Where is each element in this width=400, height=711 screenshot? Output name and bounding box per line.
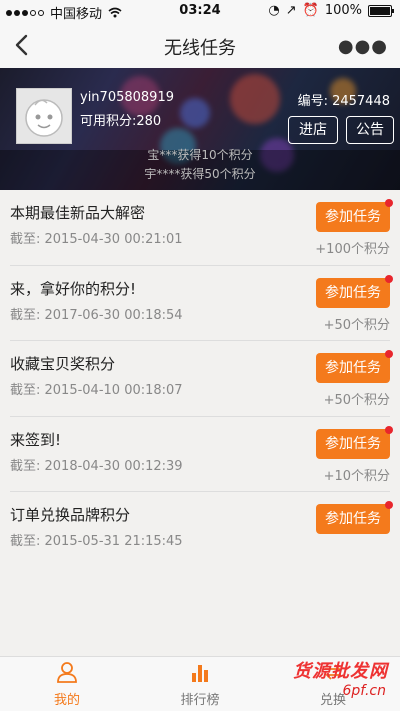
tab-ranking-label: 排行榜 bbox=[180, 693, 220, 708]
status-bar: 中国移动 03:24 ◔ ↗ ⏰ 100% bbox=[0, 0, 400, 22]
join-task-label: 参加任务 bbox=[325, 360, 381, 376]
location-icon: ↗ bbox=[285, 3, 297, 18]
new-badge bbox=[385, 501, 393, 509]
notice-button[interactable]: 公告 bbox=[346, 116, 394, 144]
task-name: 来签到! bbox=[10, 430, 62, 449]
username: yin705808919 bbox=[80, 90, 174, 105]
list-item: 来，拿好你的积分! 截至: 2017-06-30 00:18:54 参加任务 +… bbox=[10, 266, 393, 341]
task-reward: +50个积分 bbox=[323, 393, 390, 408]
task-deadline: 截至: 2017-06-30 00:18:54 bbox=[10, 307, 183, 323]
bar-chart-icon bbox=[192, 665, 208, 682]
task-name: 订单兑换品牌积分 bbox=[10, 506, 131, 524]
avatar[interactable] bbox=[16, 88, 72, 144]
join-task-button[interactable]: 参加任务 bbox=[316, 199, 393, 232]
join-task-label: 参加任务 bbox=[325, 511, 381, 527]
more-icon: ●●● bbox=[337, 36, 388, 57]
task-deadline: 截至: 2018-04-30 00:12:39 bbox=[10, 458, 183, 474]
task-reward: +100个积分 bbox=[315, 242, 390, 257]
task-reward: +10个积分 bbox=[323, 468, 390, 484]
more-button[interactable]: ●●● bbox=[338, 36, 388, 57]
join-task-button[interactable]: 参加任务 bbox=[316, 274, 393, 308]
task-reward: +50个积分 bbox=[323, 317, 390, 333]
new-badge bbox=[385, 199, 393, 207]
tab-mine[interactable]: 我的 bbox=[17, 661, 117, 708]
watermark-line2: 6pf.cn bbox=[342, 683, 387, 699]
new-badge bbox=[385, 350, 393, 358]
watermark-line1: 货源批发网 bbox=[293, 661, 388, 682]
list-item: 本期最佳新品大解密 截至: 2015-04-30 00:21:01 参加任务 +… bbox=[10, 190, 393, 266]
join-task-label: 参加任务 bbox=[325, 435, 381, 452]
battery-label: 100% bbox=[324, 3, 362, 18]
alarm-icon: ⏰ bbox=[302, 3, 319, 18]
task-name: 本期最佳新品大解密 bbox=[10, 204, 146, 222]
battery-icon bbox=[368, 4, 394, 17]
join-task-button[interactable]: 参加任务 bbox=[316, 501, 393, 534]
new-badge bbox=[385, 425, 393, 434]
available-points: 可用积分:280 bbox=[80, 114, 162, 129]
watermark: 货源批发网 6pf.cn bbox=[278, 657, 390, 705]
task-deadline: 截至: 2015-05-31 21:15:45 bbox=[10, 534, 183, 549]
ticker-line: 宝***获得10个积分 bbox=[147, 148, 253, 162]
join-task-label: 参加任务 bbox=[325, 284, 381, 301]
join-task-button[interactable]: 参加任务 bbox=[316, 350, 393, 383]
tab-mine-label: 我的 bbox=[53, 693, 80, 708]
user-id: 编号: 2457448 bbox=[297, 94, 390, 109]
task-list: 本期最佳新品大解密 截至: 2015-04-30 00:21:01 参加任务 +… bbox=[0, 190, 400, 567]
profile-banner: yin705808919 可用积分:280 编号: 2457448 进店 公告 … bbox=[0, 68, 400, 190]
task-name: 收藏宝贝奖积分 bbox=[10, 355, 116, 373]
enter-shop-button[interactable]: 进店 bbox=[288, 116, 338, 144]
user-icon bbox=[57, 662, 77, 683]
list-item: 订单兑换品牌积分 截至: 2015-05-31 21:15:45 参加任务 bbox=[10, 492, 393, 567]
join-task-button[interactable]: 参加任务 bbox=[316, 425, 393, 459]
default-avatar-icon bbox=[25, 99, 63, 137]
ticker-line: 宇****获得50个积分 bbox=[144, 167, 256, 181]
navigation-bar: 无线任务 ●●● bbox=[0, 22, 400, 69]
new-badge bbox=[385, 274, 393, 283]
tab-bar: 我的 排行榜 兑换 货源批发网 6pf.cn bbox=[0, 656, 400, 711]
points-ticker: 宝***获得10个积分 宇****获得50个积分 bbox=[0, 148, 400, 190]
task-deadline: 截至: 2015-04-30 00:21:01 bbox=[10, 232, 183, 247]
task-deadline: 截至: 2015-04-10 00:18:07 bbox=[10, 383, 183, 398]
list-item: 收藏宝贝奖积分 截至: 2015-04-10 00:18:07 参加任务 +50… bbox=[10, 341, 393, 417]
task-name: 来，拿好你的积分! bbox=[10, 279, 137, 298]
tab-ranking[interactable]: 排行榜 bbox=[150, 661, 250, 708]
list-item: 来签到! 截至: 2018-04-30 00:12:39 参加任务 +10个积分 bbox=[10, 417, 393, 492]
rotation-lock-icon: ◔ bbox=[268, 3, 280, 18]
join-task-label: 参加任务 bbox=[325, 209, 381, 225]
